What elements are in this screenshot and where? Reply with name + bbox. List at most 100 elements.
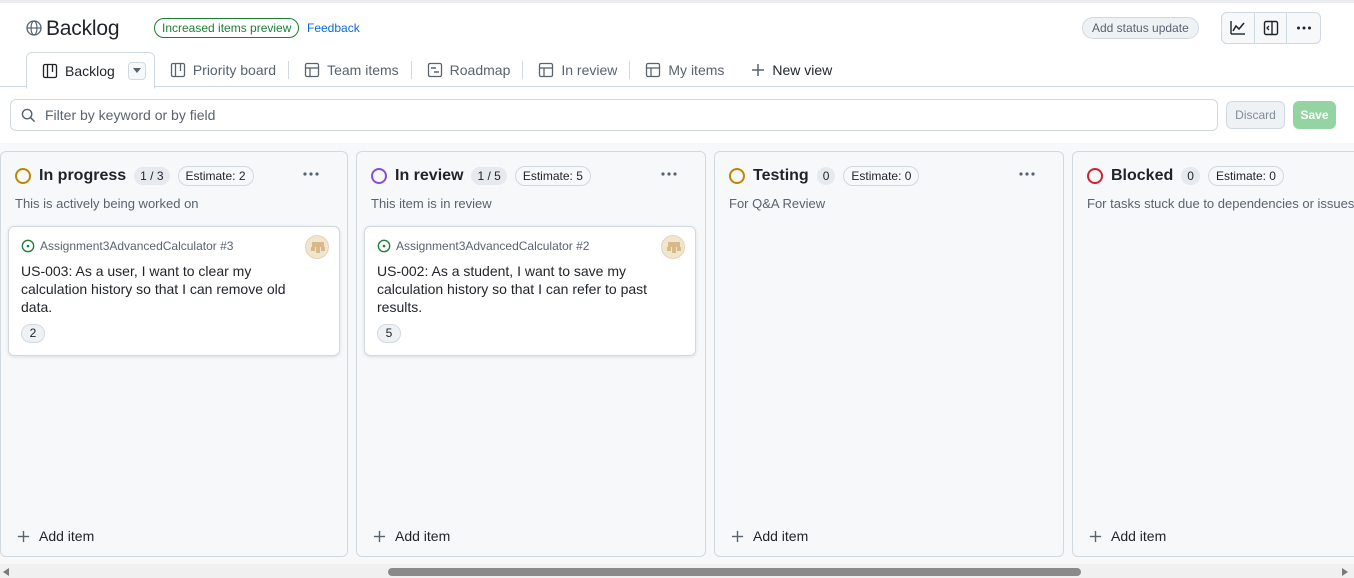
tab-team-items[interactable]: Team items — [289, 52, 411, 88]
tab-my-items[interactable]: My items — [630, 52, 736, 88]
count-badge: 0 — [1181, 167, 1200, 185]
feedback-link[interactable]: Feedback — [307, 21, 360, 35]
plus-icon — [752, 64, 765, 76]
count-badge: 0 — [816, 167, 836, 185]
table-icon — [646, 62, 661, 78]
save-button[interactable]: Save — [1293, 101, 1336, 129]
table-icon — [539, 62, 554, 78]
column-menu-icon[interactable] — [1015, 164, 1039, 184]
column-description: This item is in review — [371, 196, 492, 211]
column-blocked: Blocked 0 Estimate: 0 For tasks stuck du… — [1072, 151, 1354, 557]
header-icon-bar — [1221, 12, 1321, 44]
card-repo: Assignment3AdvancedCalculator #2 — [377, 239, 683, 253]
insights-icon[interactable] — [1222, 13, 1255, 43]
estimate-badge: Estimate: 2 — [177, 166, 254, 186]
scroll-right-icon[interactable] — [1342, 568, 1348, 576]
status-ring-icon — [1087, 168, 1103, 184]
card-title[interactable]: US-002: As a student, I want to save my … — [377, 262, 683, 316]
add-item-label: Add item — [1111, 528, 1167, 544]
open-issue-icon — [377, 239, 391, 253]
column-header: Testing 0 Estimate: 0 — [729, 166, 920, 186]
plus-icon — [17, 530, 30, 542]
add-item-button[interactable]: Add item — [373, 528, 450, 544]
avatar[interactable] — [305, 235, 329, 259]
board-icon — [42, 63, 58, 78]
board: In progress 1 / 3 Estimate: 2 This is ac… — [0, 143, 1354, 564]
add-item-label: Add item — [39, 528, 95, 544]
count-badge: 1 / 5 — [471, 167, 507, 185]
add-item-button[interactable]: Add item — [1089, 528, 1166, 544]
column-description: For tasks stuck due to dependencies or i… — [1087, 196, 1354, 211]
horizontal-scrollbar[interactable] — [0, 564, 1354, 578]
side-panel-icon[interactable] — [1255, 13, 1288, 43]
preview-badge[interactable]: Increased items preview — [154, 18, 300, 38]
column-in-progress: In progress 1 / 3 Estimate: 2 This is ac… — [0, 151, 348, 557]
card-title[interactable]: US-003: As a user, I want to clear my ca… — [21, 262, 327, 316]
card-repo: Assignment3AdvancedCalculator #3 — [21, 239, 327, 253]
project-header: Backlog Increased items preview Feedback… — [0, 3, 1354, 89]
plus-icon — [1089, 530, 1102, 542]
status-ring-icon — [15, 168, 31, 184]
add-item-button[interactable]: Add item — [17, 528, 94, 544]
tab-backlog[interactable]: Backlog — [26, 52, 155, 89]
globe-icon — [26, 20, 42, 36]
card-estimate-badge: 2 — [21, 324, 45, 343]
view-tabs: Backlog Priority board Team items Roadma… — [26, 52, 844, 89]
plus-icon — [731, 530, 744, 542]
column-title: In progress — [39, 167, 127, 184]
roadmap-icon — [427, 62, 442, 78]
filter-bar — [10, 99, 1218, 131]
add-status-update-button[interactable]: Add status update — [1082, 17, 1199, 39]
kebab-menu-icon[interactable] — [1287, 13, 1320, 43]
tab-label: Team items — [327, 62, 399, 78]
column-description: For Q&A Review — [729, 196, 826, 211]
column-menu-icon[interactable] — [299, 164, 323, 184]
column-in-review: In review 1 / 5 Estimate: 5 This item is… — [356, 151, 706, 557]
column-header: In review 1 / 5 Estimate: 5 — [371, 166, 591, 186]
tab-in-review[interactable]: In review — [523, 52, 629, 88]
table-icon — [304, 62, 320, 78]
count-badge: 1 / 3 — [134, 167, 170, 185]
board-icon — [170, 62, 185, 78]
card-repo-label[interactable]: Assignment3AdvancedCalculator #3 — [40, 239, 233, 253]
estimate-badge: Estimate: 0 — [1207, 166, 1284, 186]
status-ring-icon — [729, 168, 745, 184]
card-repo-label[interactable]: Assignment3AdvancedCalculator #2 — [396, 239, 589, 253]
tab-roadmap[interactable]: Roadmap — [412, 52, 523, 88]
column-testing: Testing 0 Estimate: 0 For Q&A Review Add… — [714, 151, 1064, 557]
add-item-button[interactable]: Add item — [731, 528, 808, 544]
open-issue-icon — [21, 239, 35, 253]
column-header: Blocked 0 Estimate: 0 — [1087, 166, 1284, 186]
tab-label: Backlog — [65, 62, 115, 79]
column-menu-icon[interactable] — [657, 164, 681, 184]
tab-label: Priority board — [192, 62, 277, 78]
status-ring-icon — [371, 168, 387, 184]
item-card[interactable]: Assignment3AdvancedCalculator #2 US-002:… — [364, 226, 696, 356]
add-item-label: Add item — [395, 528, 451, 544]
column-title: Testing — [753, 167, 809, 184]
card-estimate-badge: 5 — [377, 324, 401, 343]
tab-priority-board[interactable]: Priority board — [155, 52, 288, 88]
discard-button[interactable]: Discard — [1226, 101, 1285, 129]
column-header: In progress 1 / 3 Estimate: 2 — [15, 166, 254, 186]
project-title: Backlog — [46, 17, 120, 40]
add-item-label: Add item — [753, 528, 809, 544]
scrollbar-thumb[interactable] — [388, 568, 1081, 576]
tab-label: My items — [668, 62, 725, 78]
tab-label: Roadmap — [449, 62, 511, 78]
new-view-button[interactable]: New view — [736, 52, 844, 88]
tab-label: In review — [561, 62, 618, 78]
chevron-down-icon[interactable] — [127, 61, 146, 80]
search-icon — [21, 108, 36, 122]
tab-label: New view — [772, 62, 833, 78]
plus-icon — [373, 530, 386, 542]
item-card[interactable]: Assignment3AdvancedCalculator #3 US-003:… — [8, 226, 340, 356]
estimate-badge: Estimate: 5 — [514, 166, 591, 186]
estimate-badge: Estimate: 0 — [843, 166, 920, 186]
column-title: In review — [395, 167, 464, 184]
filter-input[interactable] — [45, 107, 1145, 123]
column-title: Blocked — [1111, 167, 1174, 184]
scroll-left-icon[interactable] — [3, 568, 9, 576]
avatar[interactable] — [661, 235, 685, 259]
column-description: This is actively being worked on — [15, 196, 199, 211]
